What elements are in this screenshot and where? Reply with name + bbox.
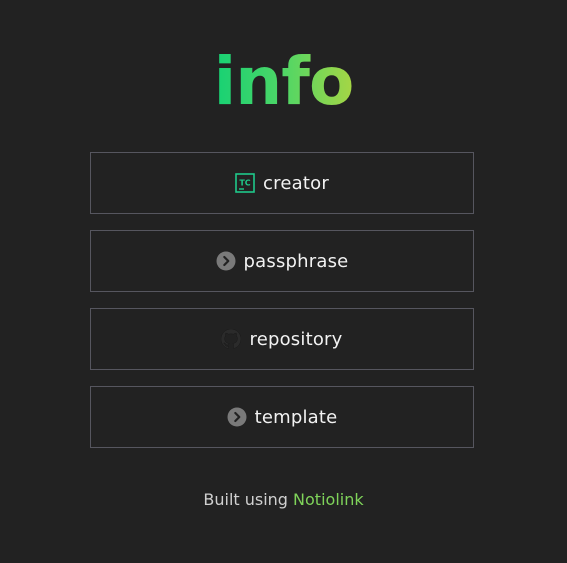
creator-label: creator (263, 172, 329, 194)
page-title-text: info (213, 43, 355, 120)
github-icon (221, 329, 242, 349)
footer-prefix: Built using (203, 490, 294, 509)
template-button[interactable]: template (90, 386, 474, 448)
footer: Built using Notiolink (0, 490, 567, 509)
passphrase-button[interactable]: passphrase (90, 230, 474, 292)
notiolink-link[interactable]: Notiolink (293, 490, 364, 509)
repository-label: repository (249, 328, 343, 350)
page: info TC creator passphrase repository te… (0, 0, 567, 563)
passphrase-label: passphrase (243, 250, 349, 272)
svg-text:TC: TC (239, 179, 250, 188)
chevron-right-circle-icon (216, 251, 236, 271)
tc-logo-icon: TC (235, 173, 255, 193)
template-label: template (254, 406, 338, 428)
repository-button[interactable]: repository (90, 308, 474, 370)
page-title: info (0, 42, 567, 122)
creator-button[interactable]: TC creator (90, 152, 474, 214)
chevron-right-circle-icon (227, 407, 247, 427)
